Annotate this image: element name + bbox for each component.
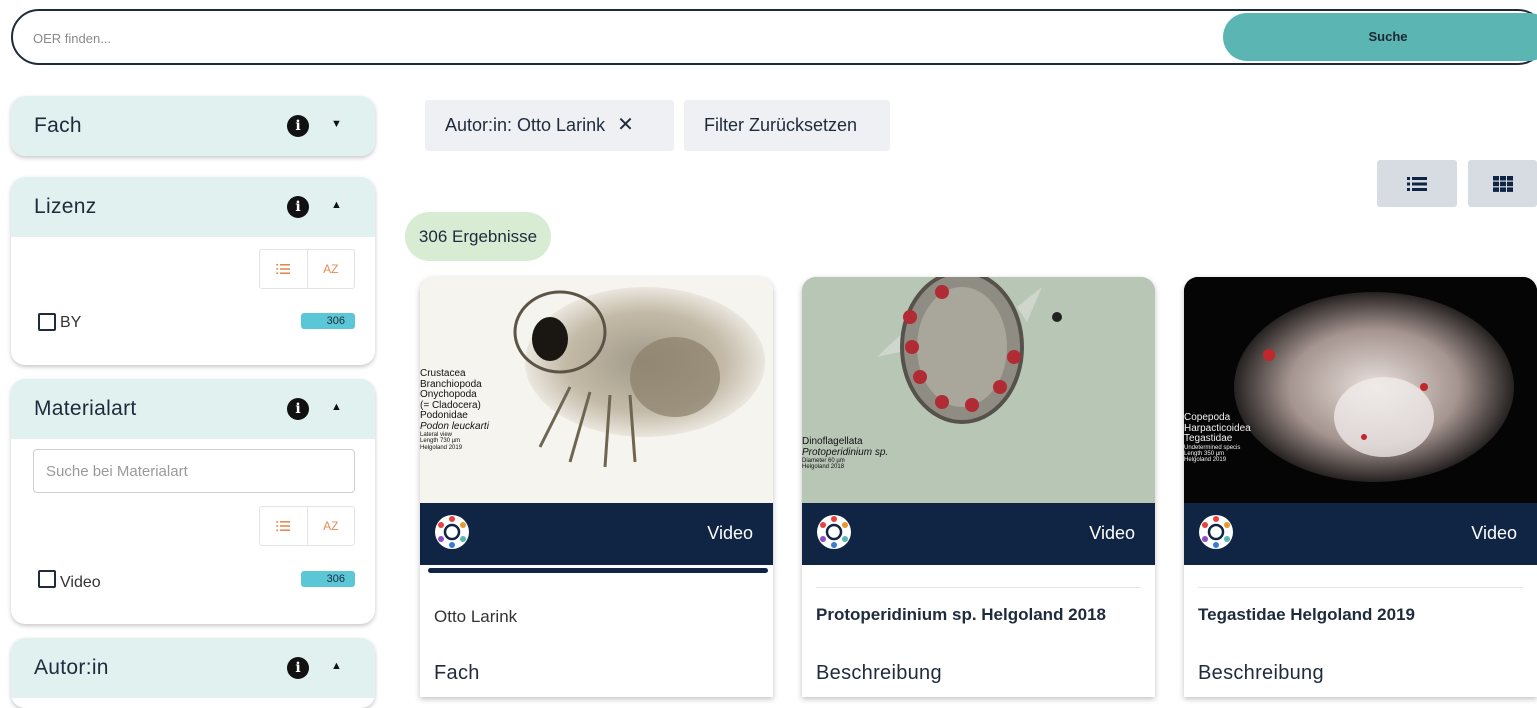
sort-list-icon bbox=[276, 520, 291, 532]
chip-label: Autor:in: Otto Larink bbox=[445, 115, 606, 135]
chevron-up-icon[interactable]: ▲ bbox=[331, 401, 342, 413]
info-icon[interactable]: i bbox=[287, 398, 309, 420]
option-label-by: BY bbox=[60, 314, 82, 331]
close-icon[interactable]: ✕ bbox=[617, 114, 634, 136]
facet-panel-fach: Fach i ▼ bbox=[11, 96, 375, 156]
card-title[interactable]: Protoperidinium sp. Helgoland 2018 bbox=[816, 605, 1106, 625]
image-caption: Copepoda Harpacticoidea Tegastidae Undet… bbox=[1184, 412, 1251, 464]
option-label-video: Video bbox=[60, 574, 101, 591]
list-view-icon bbox=[1407, 176, 1427, 191]
card-type-bar: Video bbox=[1184, 503, 1537, 565]
facet-header-materialart[interactable]: Materialart i ▲ bbox=[11, 379, 375, 439]
card-type-label: Video bbox=[1089, 523, 1135, 543]
image-caption: Crustacea Branchiopoda Onychopoda (= Cla… bbox=[420, 368, 489, 451]
oer-logo-icon bbox=[1199, 515, 1233, 549]
facet-title: Fach bbox=[34, 114, 82, 137]
search-input[interactable] bbox=[33, 26, 1133, 50]
sort-alpha-button[interactable]: AZ bbox=[306, 507, 355, 545]
reset-filter-button[interactable]: Filter Zurücksetzen bbox=[684, 100, 890, 151]
reset-filter-label: Filter Zurücksetzen bbox=[704, 115, 858, 135]
oer-logo-icon bbox=[435, 515, 469, 549]
sort-toggle: AZ bbox=[259, 249, 355, 289]
list-view-button[interactable] bbox=[1377, 160, 1457, 207]
card-type-bar: Video bbox=[420, 503, 773, 565]
facet-header-lizenz[interactable]: Lizenz i ▲ bbox=[11, 177, 375, 237]
grid-view-button[interactable] bbox=[1468, 160, 1537, 207]
chevron-up-icon[interactable]: ▲ bbox=[331, 199, 342, 211]
sort-by-count-button[interactable] bbox=[260, 250, 307, 288]
oer-logo-icon bbox=[817, 515, 851, 549]
checkbox-by[interactable] bbox=[38, 313, 56, 331]
card-section-heading: Beschreibung bbox=[816, 662, 942, 684]
card-type-label: Video bbox=[1471, 523, 1517, 543]
image-caption: Dinoflagellata Protoperidinium sp. Diame… bbox=[802, 436, 889, 471]
card-divider bbox=[1198, 587, 1523, 588]
result-card[interactable]: Crustacea Branchiopoda Onychopoda (= Cla… bbox=[420, 277, 773, 697]
sort-by-count-button[interactable] bbox=[260, 507, 307, 545]
facet-title: Lizenz bbox=[34, 195, 97, 218]
materialart-search-input[interactable] bbox=[33, 449, 355, 493]
result-card[interactable]: Copepoda Harpacticoidea Tegastidae Undet… bbox=[1184, 277, 1537, 697]
result-card[interactable]: Dinoflagellata Protoperidinium sp. Diame… bbox=[802, 277, 1155, 697]
count-badge: 306 bbox=[301, 313, 355, 329]
card-scroll-indicator bbox=[428, 568, 768, 573]
active-filter-chip[interactable]: Autor:in: Otto Larink ✕ bbox=[425, 100, 674, 151]
card-divider bbox=[816, 587, 1141, 588]
results-count-badge: 306 Ergebnisse bbox=[405, 212, 551, 261]
sort-alpha-button[interactable]: AZ bbox=[306, 250, 355, 288]
card-type-label: Video bbox=[707, 523, 753, 543]
facet-panel-lizenz: Lizenz i ▲ AZ BY 306 bbox=[11, 177, 375, 365]
facet-title: Materialart bbox=[34, 397, 137, 420]
grid-view-icon bbox=[1492, 175, 1513, 192]
sort-toggle: AZ bbox=[259, 506, 355, 546]
card-section-heading: Beschreibung bbox=[1198, 662, 1324, 684]
card-thumbnail[interactable]: Crustacea Branchiopoda Onychopoda (= Cla… bbox=[420, 277, 773, 503]
info-icon[interactable]: i bbox=[287, 115, 309, 137]
sort-list-icon bbox=[276, 263, 291, 275]
card-author: Otto Larink bbox=[434, 607, 518, 626]
facet-title: Autor:in bbox=[34, 656, 109, 679]
count-badge: 306 bbox=[301, 571, 355, 587]
facet-header-autorin[interactable]: Autor:in i ▲ bbox=[11, 638, 375, 698]
card-title[interactable]: Tegastidae Helgoland 2019 bbox=[1198, 605, 1415, 625]
facet-panel-autorin: Autor:in i ▲ bbox=[11, 638, 375, 708]
chevron-up-icon[interactable]: ▲ bbox=[331, 660, 342, 672]
facet-panel-materialart: Materialart i ▲ AZ Video 306 bbox=[11, 379, 375, 624]
card-section-heading: Fach bbox=[434, 662, 480, 684]
info-icon[interactable]: i bbox=[287, 657, 309, 679]
specimen-image bbox=[1184, 277, 1537, 503]
search-bar: Suche bbox=[11, 9, 1537, 65]
card-thumbnail[interactable]: Copepoda Harpacticoidea Tegastidae Undet… bbox=[1184, 277, 1537, 503]
chevron-down-icon[interactable]: ▼ bbox=[331, 118, 342, 130]
search-button[interactable]: Suche bbox=[1223, 13, 1537, 61]
checkbox-video[interactable] bbox=[38, 570, 56, 588]
info-icon[interactable]: i bbox=[287, 196, 309, 218]
card-thumbnail[interactable]: Dinoflagellata Protoperidinium sp. Diame… bbox=[802, 277, 1155, 503]
card-type-bar: Video bbox=[802, 503, 1155, 565]
facet-header-fach[interactable]: Fach i ▼ bbox=[11, 96, 375, 156]
